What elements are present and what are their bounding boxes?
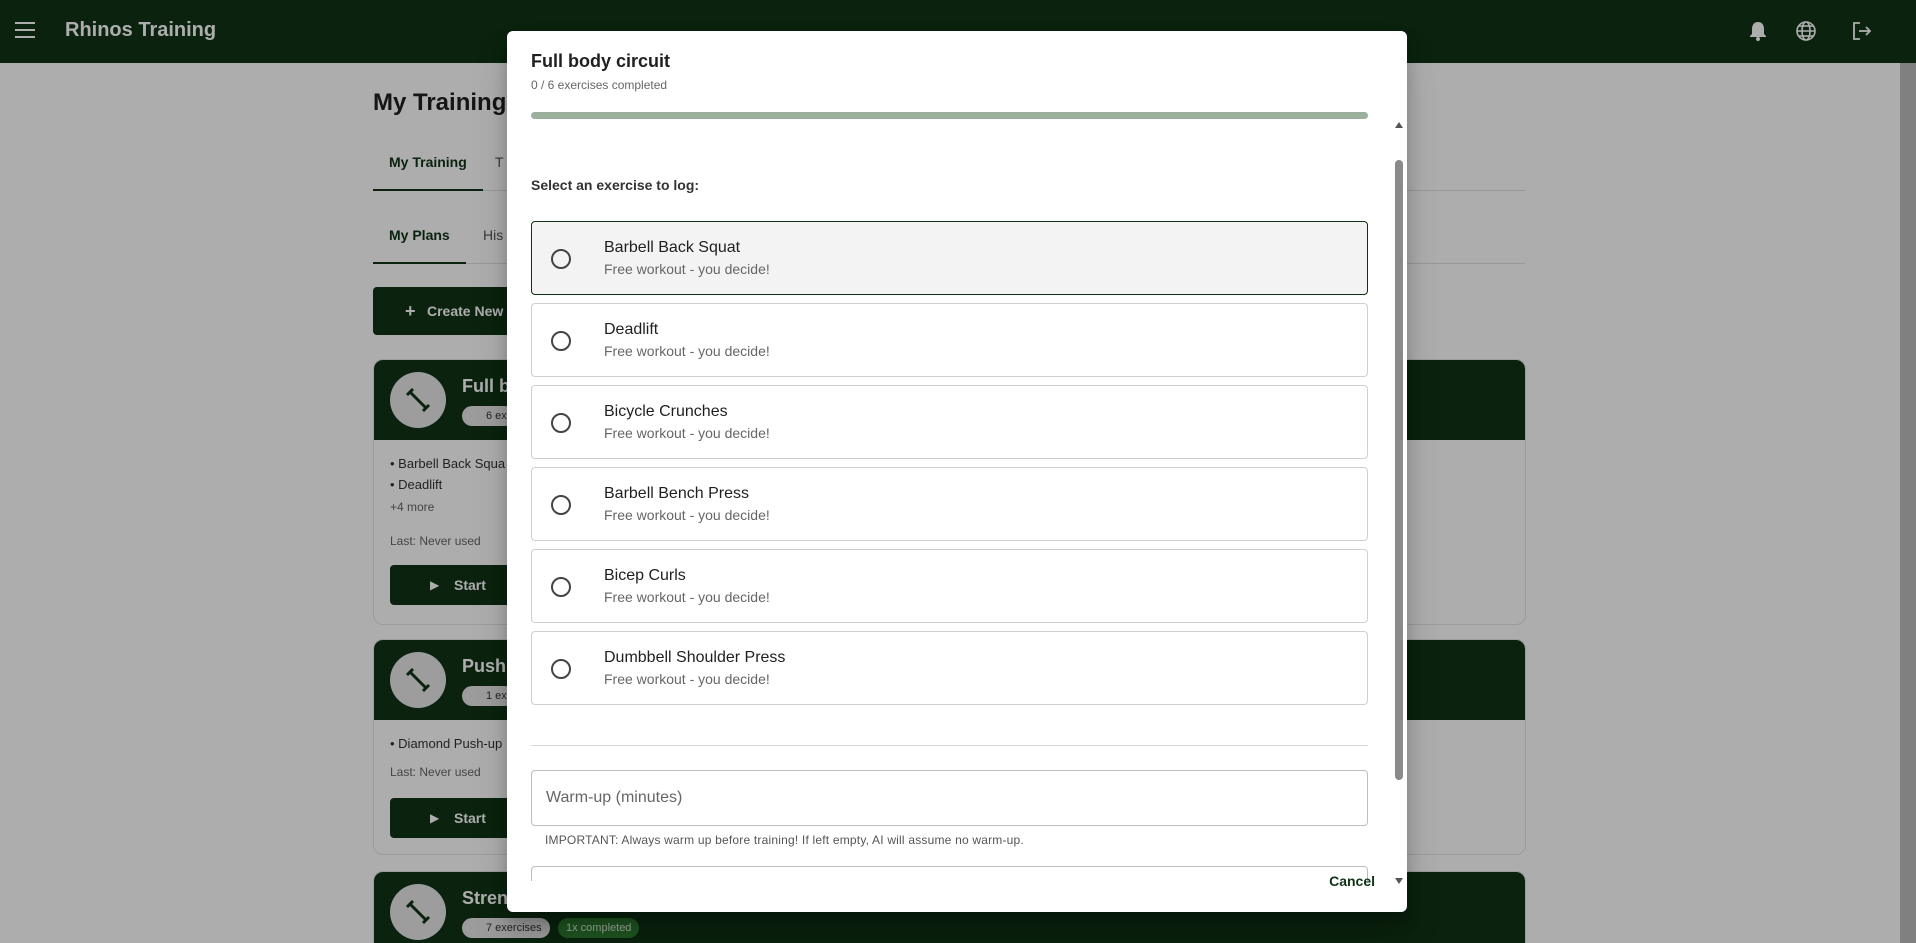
divider — [531, 745, 1368, 746]
exercise-option[interactable]: Barbell Bench Press Free workout - you d… — [531, 467, 1368, 541]
exercise-name: Bicep Curls — [604, 567, 686, 584]
radio-button[interactable] — [551, 331, 571, 351]
dialog-title: Full body circuit — [531, 51, 671, 71]
dialog-subtitle: 0 / 6 exercises completed — [531, 78, 668, 92]
next-field[interactable] — [531, 866, 1368, 881]
radio-button[interactable] — [551, 659, 571, 679]
exercise-name: Dumbbell Shoulder Press — [604, 649, 786, 666]
log-exercise-dialog: Full body circuit 0 / 6 exercises comple… — [507, 31, 1407, 912]
select-prompt: Select an exercise to log: — [531, 177, 700, 193]
radio-button[interactable] — [551, 577, 571, 597]
exercise-option[interactable]: Barbell Back Squat Free workout - you de… — [531, 221, 1368, 295]
scroll-down-arrow[interactable] — [1395, 878, 1403, 884]
exercise-name: Barbell Back Squat — [604, 239, 741, 256]
exercise-option[interactable]: Dumbbell Shoulder Press Free workout - y… — [531, 631, 1368, 705]
warmup-field[interactable] — [531, 770, 1368, 826]
dialog-scrollbar[interactable] — [1393, 118, 1405, 888]
page-scrollbar — [1900, 63, 1916, 943]
radio-button[interactable] — [551, 495, 571, 515]
exercise-name: Deadlift — [604, 321, 659, 338]
warmup-hint: IMPORTANT: Always warm up before trainin… — [545, 833, 1024, 847]
exercise-name: Bicycle Crunches — [604, 403, 728, 420]
warmup-input[interactable] — [532, 771, 1367, 825]
exercise-desc: Free workout - you decide! — [604, 589, 770, 605]
exercise-desc: Free workout - you decide! — [604, 425, 770, 441]
exercise-desc: Free workout - you decide! — [604, 507, 770, 523]
exercise-desc: Free workout - you decide! — [604, 671, 770, 687]
exercise-option[interactable]: Deadlift Free workout - you decide! — [531, 303, 1368, 377]
dialog-scroll-area[interactable]: Select an exercise to log: Barbell Back … — [531, 131, 1368, 881]
scroll-up-arrow[interactable] — [1395, 122, 1403, 128]
exercise-option[interactable]: Bicycle Crunches Free workout - you deci… — [531, 385, 1368, 459]
progress-bar — [531, 112, 1368, 119]
cancel-button[interactable]: Cancel — [1329, 873, 1375, 889]
radio-button[interactable] — [551, 413, 571, 433]
exercise-option[interactable]: Bicep Curls Free workout - you decide! — [531, 549, 1368, 623]
exercise-desc: Free workout - you decide! — [604, 261, 770, 277]
exercise-desc: Free workout - you decide! — [604, 343, 770, 359]
radio-button[interactable] — [551, 249, 571, 269]
scroll-thumb[interactable] — [1395, 160, 1403, 780]
exercise-name: Barbell Bench Press — [604, 485, 749, 502]
